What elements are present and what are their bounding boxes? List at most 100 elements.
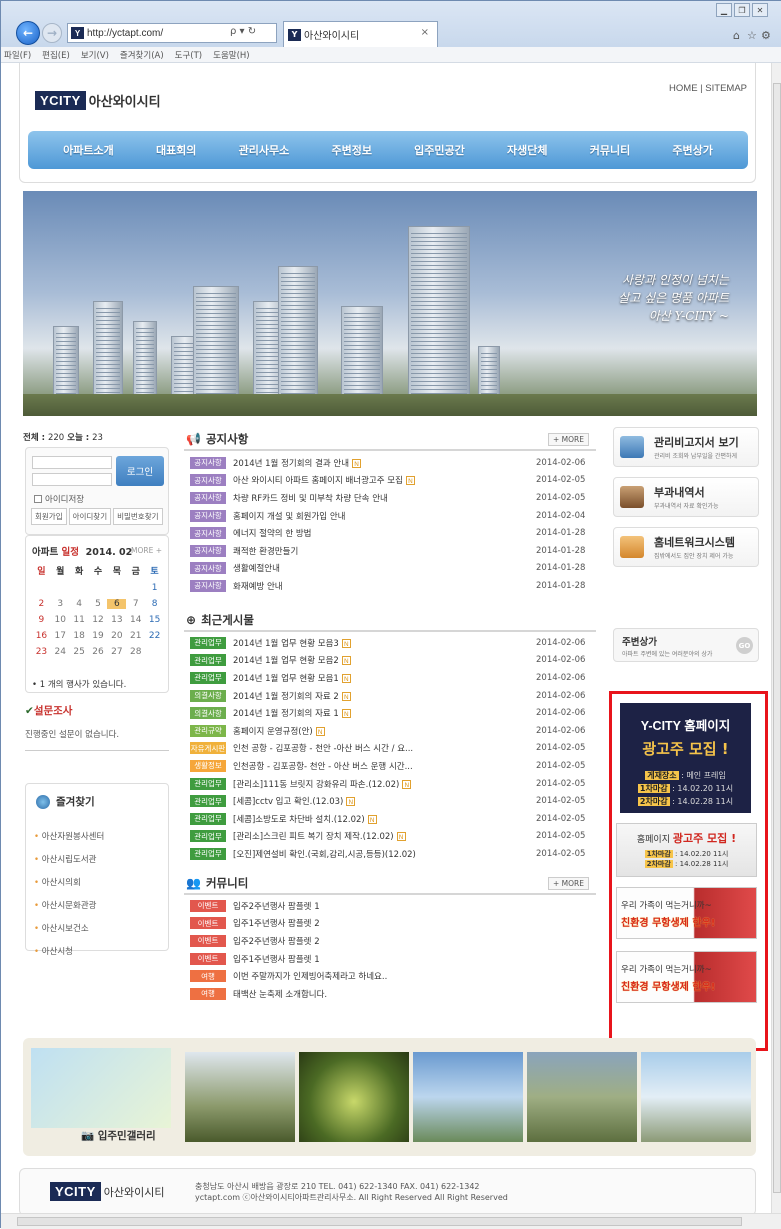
list-row[interactable]: 이벤트 입주1주년행사 팜플렛 2	[184, 915, 596, 933]
advertiser-recruit-small-banner[interactable]: 홈페이지 광고주 모집 ! 1차마감 : 14.02.20 11시 2차마감 :…	[616, 823, 757, 877]
vertical-scroll-thumb[interactable]	[773, 83, 781, 1193]
list-row[interactable]: 공지사항 쾌적한 환경만들기 2014-01-28	[184, 542, 596, 560]
tab-close-icon[interactable]: ×	[421, 27, 429, 38]
calendar-day[interactable]: 4	[70, 599, 89, 609]
browser-tab[interactable]: Y 아산와이시티 ×	[283, 21, 438, 47]
list-row[interactable]: 관리업무 [세콤]소방도로 차단바 설치.(12.02) N 2014-02-05	[184, 810, 596, 828]
horizontal-scrollbar[interactable]	[1, 1213, 781, 1229]
gallery-photo[interactable]	[185, 1052, 295, 1142]
list-row[interactable]: 공지사항 에너지 절약의 한 방법 2014-01-28	[184, 524, 596, 542]
nav-local-info[interactable]: 주변정보	[331, 142, 371, 158]
gallery-photo[interactable]	[527, 1052, 637, 1142]
list-row[interactable]: 관리규약 홈페이지 운영규정(안) N 2014-02-06	[184, 722, 596, 740]
calendar-more-link[interactable]: MORE +	[131, 546, 162, 555]
find-password-button[interactable]: 비밀번호찾기	[113, 508, 163, 525]
nav-nearby-shops[interactable]: 주변상가	[672, 142, 712, 158]
nav-resident-space[interactable]: 입주민공간	[414, 142, 465, 158]
row-title[interactable]: [세콤]소방도로 차단바 설치.(12.02) N	[233, 813, 536, 825]
close-window-icon[interactable]: ✕	[752, 3, 768, 17]
row-title[interactable]: [세콤]cctv 입고 확인.(12.03) N	[233, 795, 536, 807]
signup-button[interactable]: 회원가입	[31, 508, 67, 525]
list-row[interactable]: 의결사항 2014년 1월 정기회의 자료 2 N 2014-02-06	[184, 687, 596, 705]
restore-icon[interactable]: ❐	[734, 3, 750, 17]
list-row[interactable]: 공지사항 화재예방 안내 2014-01-28	[184, 577, 596, 595]
nav-management-office[interactable]: 관리사무소	[239, 142, 290, 158]
gallery-photo[interactable]	[641, 1052, 751, 1142]
calendar-day[interactable]: 21	[126, 631, 145, 641]
row-title[interactable]: [관리소]111동 브릿지 강화유리 파손.(12.02) N	[233, 778, 536, 790]
calendar-day[interactable]: 8	[145, 599, 164, 609]
calendar-day[interactable]: 24	[51, 647, 70, 657]
menu-edit[interactable]: 편집(E)	[42, 49, 70, 61]
row-title[interactable]: 아산 와이시티 아파트 홈페이지 배너광고주 모집 N	[233, 474, 536, 486]
list-row[interactable]: 의결사항 2014년 1월 정기회의 자료 1 N 2014-02-06	[184, 704, 596, 722]
row-title[interactable]: 입주1주년행사 팜플렛 2	[233, 917, 596, 929]
calendar-day[interactable]: 6	[107, 599, 127, 609]
row-title[interactable]: 쾌적한 환경만들기	[233, 545, 536, 557]
search-refresh-controls[interactable]: ρ ▾ ↻	[230, 26, 256, 37]
calendar-day[interactable]: 20	[107, 631, 126, 641]
go-button[interactable]: GO	[736, 637, 753, 654]
list-row[interactable]: 공지사항 홈페이지 개설 및 회원가입 안내 2014-02-04	[184, 507, 596, 525]
nearby-shops-button[interactable]: 주변상가 아파트 주변에 있는 여러분야의 상가 GO	[613, 628, 759, 662]
charge-details-button[interactable]: 부과내역서 부과내역서 자료 확인가능	[613, 477, 759, 517]
list-row[interactable]: 여행 이번 주말까지가 인제빙어축제라고 하네요..	[184, 967, 596, 985]
minimize-icon[interactable]: ▁	[716, 3, 732, 17]
list-row[interactable]: 공지사항 차량 RF카드 정비 및 미부착 차량 단속 안내 2014-02-05	[184, 489, 596, 507]
vertical-scrollbar[interactable]	[771, 63, 781, 1213]
home-icon[interactable]: ⌂	[733, 29, 740, 42]
calendar-day[interactable]: 19	[89, 631, 108, 641]
row-title[interactable]: 2014년 1월 정기회의 자료 1N	[233, 707, 536, 719]
list-row[interactable]: 관리업무 [세콤]cctv 입고 확인.(12.03) N 2014-02-05	[184, 792, 596, 810]
menu-help[interactable]: 도움말(H)	[213, 49, 249, 61]
bill-view-button[interactable]: 관리비고지서 보기 관리비 조회와 납부일을 간편하게	[613, 427, 759, 467]
row-title[interactable]: 입주2주년행사 팜플렛 1	[233, 900, 596, 912]
calendar-day[interactable]: 10	[51, 615, 70, 625]
row-title[interactable]: 2014년 1월 정기회의 자료 2N	[233, 690, 536, 702]
calendar-day[interactable]: 2	[32, 599, 51, 609]
calendar-day[interactable]: 23	[32, 647, 51, 657]
list-row[interactable]: 생활정보 인천공항 - 김포공항- 천안 - 아산 버스 운행 시간... 2014…	[184, 757, 596, 775]
gallery-photo[interactable]	[299, 1052, 409, 1142]
calendar-day[interactable]: 18	[70, 631, 89, 641]
row-title[interactable]: 입주1주년행사 팜플렛 1	[233, 953, 596, 965]
gallery-photo[interactable]	[413, 1052, 523, 1142]
calendar-day[interactable]: 22	[145, 631, 164, 641]
calendar-day[interactable]: 7	[126, 599, 145, 609]
calendar-day[interactable]: 9	[32, 615, 51, 625]
calendar-day[interactable]: 17	[51, 631, 70, 641]
site-logo[interactable]: YCITY 아산와이시티	[35, 91, 161, 110]
community-more-button[interactable]: + MORE	[548, 877, 589, 890]
favorites-star-icon[interactable]: ☆	[747, 29, 757, 42]
calendar-day[interactable]: 13	[107, 615, 126, 625]
row-title[interactable]: 이번 주말까지가 인제빙어축제라고 하네요..	[233, 970, 596, 982]
gallery-title[interactable]: 📷 입주민갤러리	[81, 1128, 156, 1143]
calendar-day[interactable]: 11	[70, 615, 89, 625]
list-row[interactable]: 공지사항 생활예절안내 2014-01-28	[184, 560, 596, 578]
calendar-day[interactable]: 15	[145, 615, 164, 625]
list-row[interactable]: 관리업무 2014년 1월 업무 현황 모음1 N 2014-02-06	[184, 669, 596, 687]
row-title[interactable]: 화재예방 안내	[233, 580, 536, 592]
calendar-day[interactable]: 3	[51, 599, 70, 609]
row-title[interactable]: 에너지 절약의 한 방법	[233, 527, 536, 539]
calendar-day[interactable]: 28	[126, 647, 145, 657]
nav-apartment-intro[interactable]: 아파트소개	[63, 142, 114, 158]
favorite-link[interactable]: 아산시립도서관	[34, 849, 104, 872]
row-title[interactable]: [관리소]스크린 피트 복기 장치 제작.(12.02) N	[233, 830, 536, 842]
calendar-day[interactable]: 12	[89, 615, 108, 625]
checkbox-icon[interactable]	[34, 495, 42, 503]
nav-community[interactable]: 커뮤니티	[590, 142, 630, 158]
hanwoo-banner[interactable]: 우리 가족이 먹는거니까~ 친환경 무항생제 한우!	[616, 887, 757, 939]
list-row[interactable]: 이벤트 입주2주년행사 팜플렛 1	[184, 897, 596, 915]
favorite-link[interactable]: 아산시의회	[34, 872, 104, 895]
advertiser-recruit-banner[interactable]: Y-CITY 홈페이지 광고주 모집 ! 게재장소 : 메인 프레임 1차마감 …	[620, 703, 751, 813]
favorite-link[interactable]: 아산자원봉사센터	[34, 826, 105, 849]
row-title[interactable]: 인천공항 - 김포공항- 천안 - 아산 버스 운행 시간...	[233, 760, 536, 772]
list-row[interactable]: 자유게시판 인천 공항 - 김포공항 - 천안 -아산 버스 시간 / 요... 2…	[184, 740, 596, 758]
id-input[interactable]	[32, 456, 112, 469]
calendar-day[interactable]: 1	[145, 583, 164, 593]
hanwoo-banner[interactable]: 우리 가족이 먹는거니까~ 친환경 무항생제 한우!	[616, 951, 757, 1003]
calendar-day[interactable]: 14	[126, 615, 145, 625]
favorite-link[interactable]: 아산시청	[34, 941, 104, 964]
list-row[interactable]: 여행 태백산 눈축제 소개합니다.	[184, 985, 596, 1003]
